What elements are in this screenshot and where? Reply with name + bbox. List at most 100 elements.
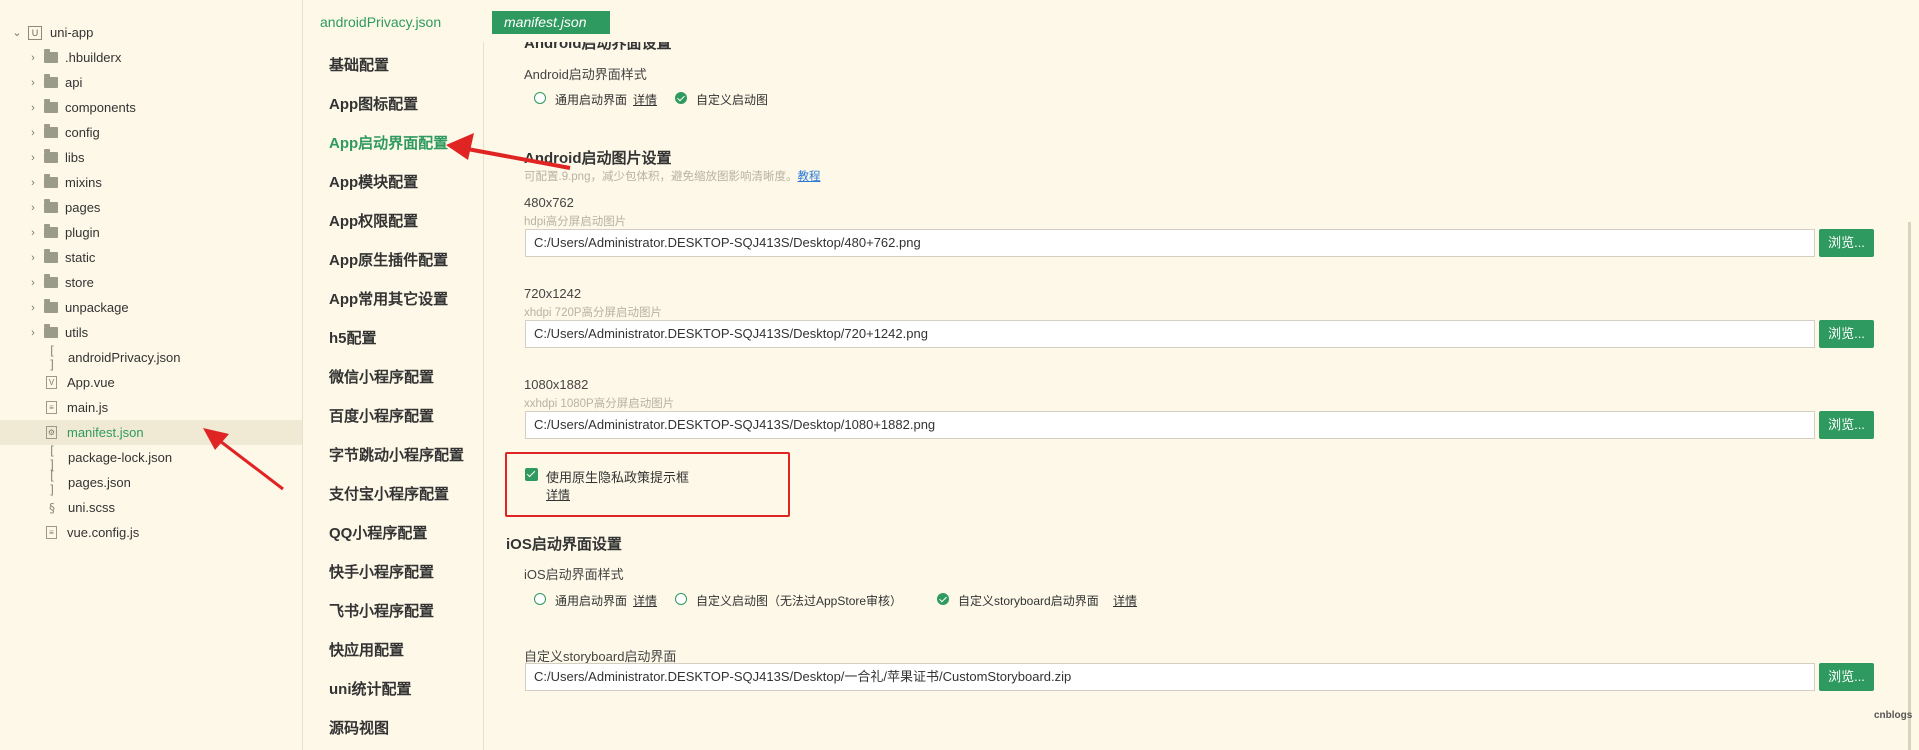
tree-folder[interactable]: › pages (0, 195, 302, 220)
chevron-right-icon[interactable]: › (26, 252, 40, 264)
nav-item-app-modules[interactable]: App模块配置 (329, 171, 418, 192)
tree-item-label: mixins (65, 175, 102, 190)
radio-ios-default[interactable] (534, 593, 546, 605)
tree-folder[interactable]: › store (0, 270, 302, 295)
tree-item-label: store (65, 275, 94, 290)
image-size-hint: hdpi高分屏启动图片 (524, 216, 627, 228)
storyboard-path-input[interactable]: C:/Users/Administrator.DESKTOP-SQJ413S/D… (525, 663, 1815, 691)
ios-storyboard-detail-link[interactable]: 详情 (1113, 592, 1137, 609)
folder-icon (44, 224, 58, 238)
tree-folder[interactable]: › unpackage (0, 295, 302, 320)
chevron-right-icon[interactable]: › (26, 302, 40, 314)
tree-folder[interactable]: › mixins (0, 170, 302, 195)
chevron-right-icon[interactable]: › (26, 177, 40, 189)
android-default-detail-link[interactable]: 详情 (633, 91, 657, 108)
tutorial-link[interactable]: 教程 (797, 171, 820, 183)
folder-icon (44, 249, 58, 263)
tree-file[interactable]: ≡ vue.config.js (0, 520, 302, 545)
folder-icon (44, 274, 58, 288)
nav-item-kuaishou[interactable]: 快手小程序配置 (329, 561, 434, 582)
nav-item-baidu[interactable]: 百度小程序配置 (329, 405, 434, 426)
tree-file[interactable]: ≡ main.js (0, 395, 302, 420)
tree-folder[interactable]: › config (0, 120, 302, 145)
nav-item-source-view[interactable]: 源码视图 (329, 717, 389, 738)
nav-item-weixin[interactable]: 微信小程序配置 (329, 366, 434, 387)
tree-folder[interactable]: › libs (0, 145, 302, 170)
nav-item-basic[interactable]: 基础配置 (329, 54, 389, 75)
tree-item-label: unpackage (65, 300, 129, 315)
tree-file-selected[interactable]: ⚙ manifest.json (0, 420, 302, 445)
nav-item-qq[interactable]: QQ小程序配置 (329, 522, 427, 543)
tree-item-label: vue.config.js (67, 525, 140, 540)
radio-ios-storyboard[interactable] (937, 593, 949, 605)
nav-item-feishu[interactable]: 飞书小程序配置 (329, 600, 434, 621)
chevron-right-icon[interactable]: › (26, 52, 40, 64)
radio-label: 自定义启动图（无法过AppStore审核） (696, 594, 903, 608)
annotation-highlight-box (505, 452, 790, 517)
tree-item-label: pages.json (68, 475, 131, 490)
tree-file[interactable]: [ ] pages.json (0, 469, 302, 497)
scss-file-icon: § (48, 500, 56, 515)
json-bracket-icon: [ ] (48, 443, 56, 472)
tree-item-label: main.js (67, 400, 109, 415)
hint-text: 可配置.9.png，减少包体积，避免缩放图影响清晰度。 (524, 171, 798, 183)
browse-button[interactable]: 浏览... (1819, 411, 1874, 439)
tree-root[interactable]: ⌄ U uni-app (0, 20, 302, 45)
android-splash-style-label: Android启动界面样式 (524, 67, 647, 82)
tree-folder[interactable]: › utils (0, 320, 302, 345)
image-size-hint: xhdpi 720P高分屏启动图片 (524, 307, 663, 319)
chevron-right-icon[interactable]: › (26, 202, 40, 214)
nav-item-app-other[interactable]: App常用其它设置 (329, 288, 448, 309)
chevron-right-icon[interactable]: › (26, 277, 40, 289)
tree-file[interactable]: V App.vue (0, 370, 302, 395)
tree-item-label: uni-app (50, 25, 94, 40)
tree-item-label: plugin (65, 225, 100, 240)
radio-ios-custom[interactable] (675, 593, 687, 605)
chevron-right-icon[interactable]: › (26, 77, 40, 89)
nav-item-app-icon[interactable]: App图标配置 (329, 93, 418, 114)
vertical-scrollbar[interactable] (1908, 222, 1911, 750)
radio-android-default[interactable] (534, 92, 546, 104)
android-images-section-title: Android启动图片设置 (524, 150, 672, 167)
tree-folder[interactable]: › plugin (0, 220, 302, 245)
image-path-input-480x762[interactable]: C:/Users/Administrator.DESKTOP-SQJ413S/D… (525, 229, 1815, 257)
chevron-right-icon[interactable]: › (26, 327, 40, 339)
tree-item-label: package-lock.json (68, 450, 173, 465)
image-path-input-1080x1882[interactable]: C:/Users/Administrator.DESKTOP-SQJ413S/D… (525, 411, 1815, 439)
nav-item-app-native-plugins[interactable]: App原生插件配置 (329, 249, 448, 270)
folder-icon (44, 149, 58, 163)
tree-file[interactable]: § uni.scss (0, 495, 302, 520)
nav-item-quickapp[interactable]: 快应用配置 (329, 639, 404, 660)
tab-android-privacy[interactable]: androidPrivacy.json (320, 9, 441, 35)
image-size-label: 1080x1882 (524, 377, 589, 392)
nav-item-uni-stat[interactable]: uni统计配置 (329, 678, 412, 699)
browse-button[interactable]: 浏览... (1819, 663, 1874, 691)
folder-icon (44, 299, 58, 313)
tree-file[interactable]: [ ] androidPrivacy.json (0, 344, 302, 372)
tree-folder[interactable]: › components (0, 95, 302, 120)
nav-item-alipay[interactable]: 支付宝小程序配置 (329, 483, 449, 504)
browse-button[interactable]: 浏览... (1819, 320, 1874, 348)
nav-item-toutiao[interactable]: 字节跳动小程序配置 (329, 444, 464, 465)
nav-item-app-splash[interactable]: App启动界面配置 (329, 132, 448, 153)
chevron-down-icon[interactable]: ⌄ (10, 26, 24, 39)
ios-default-detail-link[interactable]: 详情 (633, 592, 657, 609)
chevron-right-icon[interactable]: › (26, 127, 40, 139)
tree-folder[interactable]: › .hbuilderx (0, 45, 302, 70)
radio-label: 通用启动界面 (555, 93, 628, 107)
browse-button[interactable]: 浏览... (1819, 229, 1874, 257)
chevron-right-icon[interactable]: › (26, 152, 40, 164)
nav-item-h5[interactable]: h5配置 (329, 327, 377, 348)
nav-item-app-permissions[interactable]: App权限配置 (329, 210, 418, 231)
js-file-icon: ≡ (46, 526, 57, 539)
android-splash-section-title: Android启动界面设置 (524, 42, 672, 52)
image-path-input-720x1242[interactable]: C:/Users/Administrator.DESKTOP-SQJ413S/D… (525, 320, 1815, 348)
tree-file[interactable]: [ ] package-lock.json (0, 443, 302, 472)
tab-manifest-active[interactable]: manifest.json (492, 11, 610, 34)
chevron-right-icon[interactable]: › (26, 227, 40, 239)
tree-folder[interactable]: › static (0, 245, 302, 270)
tree-folder[interactable]: › api (0, 70, 302, 95)
radio-label: 自定义启动图 (696, 93, 769, 107)
radio-android-custom[interactable] (675, 92, 687, 104)
chevron-right-icon[interactable]: › (26, 102, 40, 114)
